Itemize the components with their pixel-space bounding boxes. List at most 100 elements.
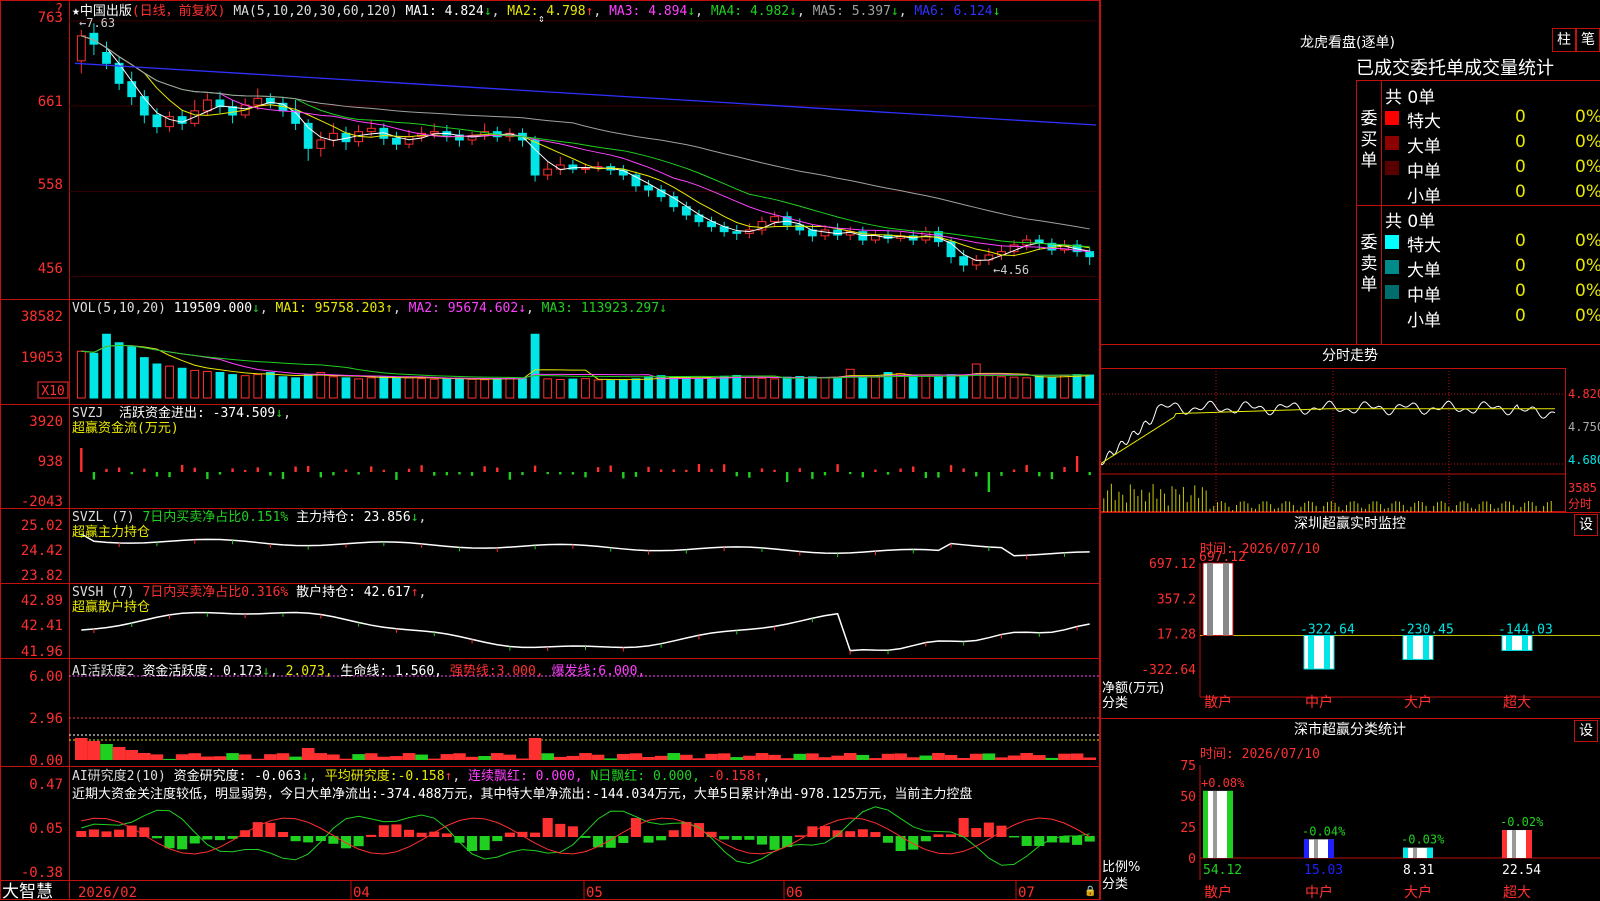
ai-active-bar [364,753,378,760]
ai-active-bar [743,755,756,760]
vol-bar [417,378,427,399]
class-value: 22.54 [1502,863,1541,878]
main-chart-area[interactable]: 763 661 558 456 38582 19053 3920 938 -20… [0,0,1100,900]
vol-bar [896,373,906,399]
star-icon[interactable]: ★ [72,4,80,19]
research-bar [1084,836,1095,842]
ai-active-bar [579,753,592,760]
vol-bar [757,377,767,399]
svzj-bar [874,469,877,472]
ai-active-bar [377,756,391,760]
ai-active-bar [730,757,744,760]
side-label: 委卖单 [1360,233,1378,295]
vol-bar [492,378,502,399]
research-bar [744,836,755,840]
class-change: -0.03% [1401,833,1445,847]
ma-line-4 [81,35,1090,248]
order-row: 大单 0 0% [1385,256,1600,281]
research-bar [857,829,868,837]
ma-readout: MA6: 6.124↓ [914,4,1001,19]
ai-research-header: AI研究度2(10) 资金研究度: -0.063↓, 平均研究度:-0.158↑… [72,768,1098,804]
vol-bar [190,369,200,399]
svzj-bar [924,472,928,479]
candle-down [152,114,162,128]
research-bar [479,836,490,851]
ai-active-bar [604,758,618,760]
svzj-bars [80,448,1091,492]
svzj-bar [445,472,449,476]
vol-header: VOL(5,10,20) 119509.000↓, MA1: 95758.203… [72,301,667,316]
candle-up [543,168,553,176]
ai-active-bar [894,753,907,760]
order-count: 0 [1515,182,1526,202]
research-bar [151,836,162,839]
class-bar [1403,847,1433,858]
intraday-vol-tick: 3585 [1568,481,1597,495]
ma-readout: MA3: 4.894↓ [609,4,696,19]
ai-active-bar [188,753,202,760]
x-tick: 05 [586,885,603,900]
intraday-tick: 4.680 [1568,453,1600,467]
ai-active-bar [1045,757,1059,760]
research-label: 资金研究度: [173,769,247,784]
svzj-desc: 活跃资金进出: [118,406,205,421]
research-bar [756,836,768,845]
svzj-bar [433,472,436,476]
candle-up [316,139,326,149]
ai-active-bar [427,758,441,760]
ma-readout: MA2: 4.798↑ [507,4,594,19]
vol-ma2: 95674.602 [447,301,519,316]
svsh-desc: 7日内买卖净占比0.316% [142,585,289,600]
ai-active-bar [251,758,265,760]
ai-active-bar [175,754,189,760]
ai-active-bar [806,753,819,760]
candle-up [770,216,779,223]
research-bar [340,836,352,849]
ma-line-2 [81,35,1090,257]
monitor-category: 散户 [1204,694,1232,711]
tick-mode-button[interactable]: 笔 [1576,28,1600,52]
order-row: 特大 0 0% [1385,231,1600,256]
bar-mode-button[interactable]: 柱 [1552,28,1576,52]
ai-active-bar [705,753,718,760]
ai-active-bar [226,753,239,760]
research-commentary: 近期大资金关注度较低，明显弱势，今日大单净流出:-374.488万元，其中特大单… [72,787,973,802]
price-header: ★中国出版(日线，前复权) MA(5,10,20,30,60,120) MA1:… [72,0,1000,19]
ai-tick: 2.96 [29,711,63,727]
svzj-bar [344,469,348,472]
vol-bar [782,376,792,399]
intraday-chart[interactable]: 4.820 4.750 4.680 3585 分时 [1100,368,1600,512]
ai-active-bar [339,758,353,760]
lock-icon[interactable]: 🔒 [1084,885,1096,897]
svzj-bar [571,472,575,475]
candle-up [366,127,376,133]
svzj-bar [496,467,499,472]
ai-label: 爆发线: [551,664,599,679]
vol-bar [694,377,704,399]
svzj-bar [735,472,738,477]
sz-monitor-axis-label: 净额(万元) 分类 [1102,681,1164,711]
ai-active-bar [490,753,504,760]
svzj-tick: 938 [38,454,63,470]
svzj-bar [962,468,965,472]
research-bar [882,836,894,843]
ai-active-bar [717,753,731,760]
low-marker: ←4.56 [993,263,1029,277]
svzj-bar [483,466,486,472]
vol-bar [1072,374,1082,399]
research-bar [378,825,389,837]
vol-bar [555,379,565,399]
vol-title: VOL(5,10,20) [72,301,166,316]
ai-active-bar [692,758,706,760]
research-bar [492,836,503,842]
vol-bar [820,377,830,399]
vol-bar [618,379,628,399]
ai-active-bar [516,758,529,760]
research-bar [958,818,969,837]
vol-bar [644,376,653,399]
research-bar [164,836,175,849]
vol-bar [946,374,956,399]
ai-active-bar [969,753,983,760]
svzj-bar [987,472,991,492]
candle-down [102,52,111,64]
